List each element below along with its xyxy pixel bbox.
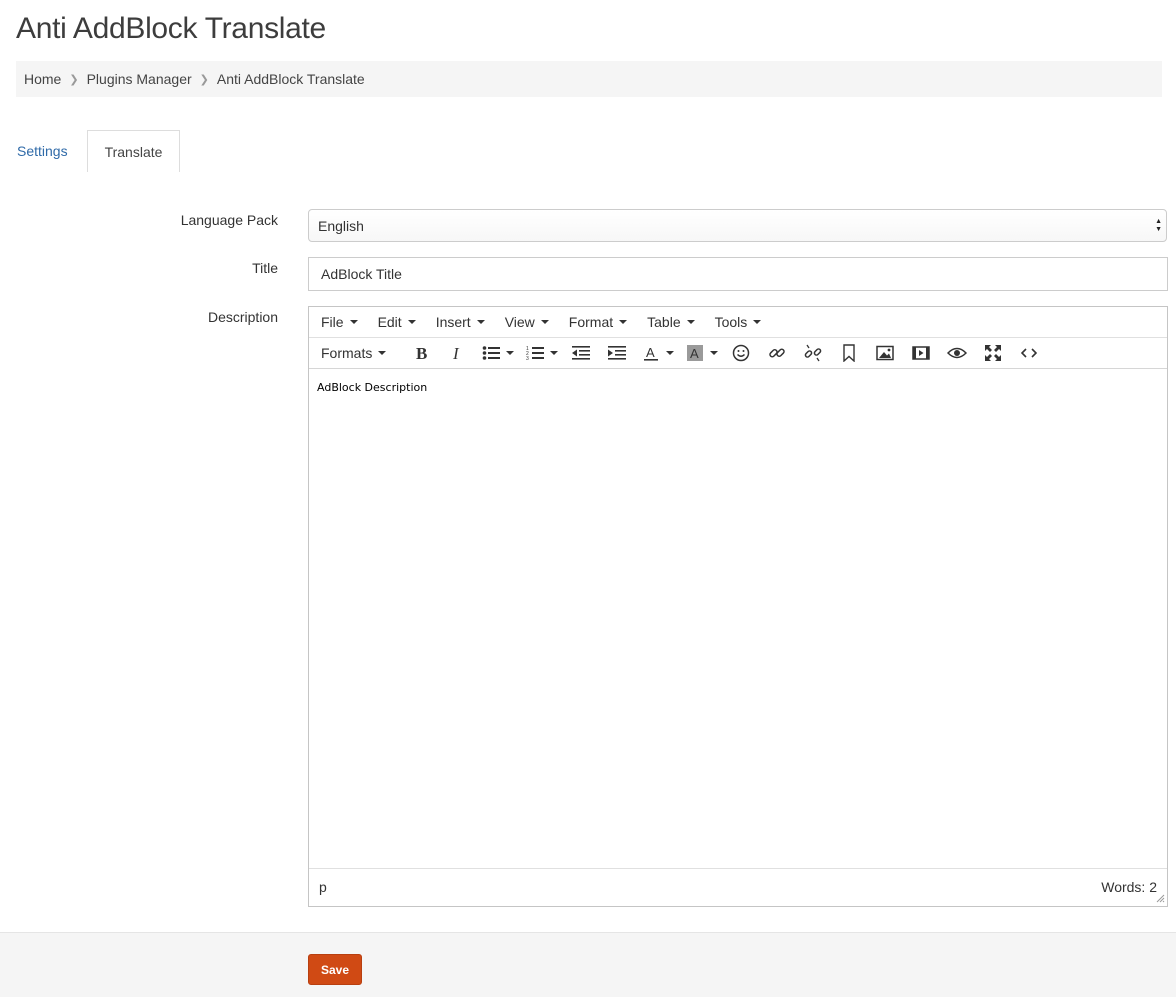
- editor-paragraph: AdBlock Description: [317, 381, 428, 394]
- breadcrumb-current: Anti AddBlock Translate: [216, 71, 365, 87]
- bookmark-icon[interactable]: [834, 341, 864, 365]
- numbered-list-button[interactable]: 123: [522, 341, 559, 365]
- caret-down-icon: [710, 351, 719, 355]
- emoticons-icon[interactable]: [726, 341, 756, 365]
- menu-table[interactable]: Table: [639, 314, 702, 330]
- bullet-list-icon: [478, 341, 504, 365]
- element-path[interactable]: p: [319, 879, 327, 895]
- fullscreen-icon[interactable]: [978, 341, 1008, 365]
- outdent-icon[interactable]: [566, 341, 596, 365]
- media-icon[interactable]: [906, 341, 936, 365]
- caret-down-icon: [619, 320, 628, 324]
- page-title: Anti AddBlock Translate: [16, 12, 326, 45]
- editor-content-area[interactable]: AdBlock Description: [309, 369, 1167, 868]
- menu-edit[interactable]: Edit: [370, 314, 424, 330]
- editor-menubar: File Edit Insert View Format Table Tools: [309, 307, 1167, 338]
- italic-icon[interactable]: I: [442, 341, 472, 365]
- breadcrumb: Home ❯ Plugins Manager ❯ Anti AddBlock T…: [16, 61, 1162, 97]
- menu-insert[interactable]: Insert: [428, 314, 493, 330]
- tab-settings[interactable]: Settings: [17, 130, 68, 172]
- bullet-list-button[interactable]: [478, 341, 515, 365]
- resize-handle-icon[interactable]: [1156, 894, 1165, 903]
- caret-down-icon: [666, 351, 675, 355]
- bold-icon[interactable]: B: [406, 341, 436, 365]
- caret-down-icon: [476, 320, 485, 324]
- image-icon[interactable]: [870, 341, 900, 365]
- caret-down-icon: [540, 320, 549, 324]
- menu-format[interactable]: Format: [561, 314, 635, 330]
- caret-down-icon: [349, 320, 358, 324]
- title-label: Title: [252, 260, 278, 276]
- tab-bar: Settings Translate: [0, 130, 1176, 172]
- caret-down-icon: [753, 320, 762, 324]
- form-footer: Save: [0, 932, 1176, 997]
- title-input[interactable]: [308, 257, 1168, 291]
- breadcrumb-home[interactable]: Home: [24, 71, 61, 87]
- caret-down-icon: [686, 320, 695, 324]
- description-label: Description: [207, 309, 278, 325]
- background-color-icon: A: [682, 341, 708, 365]
- save-button[interactable]: Save: [308, 954, 362, 985]
- tab-translate[interactable]: Translate: [87, 130, 180, 172]
- language-pack-select[interactable]: English ▲ ▼: [308, 209, 1167, 242]
- svg-text:A: A: [646, 345, 655, 360]
- unlink-icon[interactable]: [798, 341, 828, 365]
- text-color-button[interactable]: A: [638, 341, 675, 365]
- numbered-list-icon: 123: [522, 341, 548, 365]
- caret-down-icon: [506, 351, 515, 355]
- caret-down-icon: [378, 351, 387, 355]
- breadcrumb-plugins-manager[interactable]: Plugins Manager: [87, 71, 192, 87]
- svg-text:A: A: [690, 346, 699, 361]
- code-icon[interactable]: [1014, 341, 1044, 365]
- chevron-right-icon: ❯: [199, 73, 209, 86]
- menu-file[interactable]: File: [313, 314, 366, 330]
- svg-text:B: B: [416, 345, 427, 361]
- text-color-icon: A: [638, 341, 664, 365]
- svg-text:3: 3: [526, 356, 529, 361]
- formats-dropdown[interactable]: Formats: [313, 341, 394, 365]
- description-editor: File Edit Insert View Format Table Tools…: [308, 306, 1168, 907]
- word-count: Words: 2: [1101, 879, 1157, 895]
- editor-statusbar: p Words: 2: [309, 868, 1167, 905]
- editor-toolbar: Formats B I 123 A A: [309, 338, 1167, 369]
- select-arrows-icon: ▲ ▼: [1155, 218, 1162, 233]
- indent-icon[interactable]: [602, 341, 632, 365]
- background-color-button[interactable]: A: [682, 341, 719, 365]
- preview-icon[interactable]: [942, 341, 972, 365]
- link-icon[interactable]: [762, 341, 792, 365]
- svg-text:I: I: [452, 345, 460, 361]
- chevron-right-icon: ❯: [69, 73, 79, 86]
- caret-down-icon: [407, 320, 416, 324]
- language-pack-label: Language Pack: [180, 212, 278, 228]
- language-pack-value: English: [318, 217, 364, 234]
- caret-down-icon: [550, 351, 559, 355]
- menu-tools[interactable]: Tools: [707, 314, 770, 330]
- menu-view[interactable]: View: [497, 314, 557, 330]
